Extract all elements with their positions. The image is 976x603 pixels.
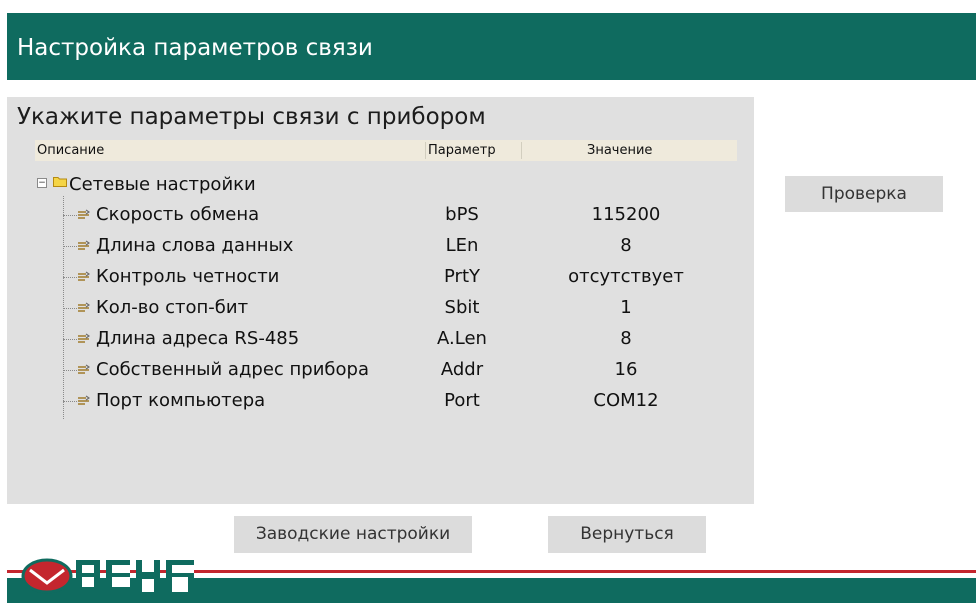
- connection-settings-panel: Укажите параметры связи с прибором Описа…: [7, 97, 754, 504]
- parameter-icon: [78, 333, 90, 343]
- row-description: Длина адреса RS-485: [96, 328, 300, 349]
- row-parameter: Port: [444, 390, 480, 411]
- parameter-icon: [78, 271, 90, 281]
- tree-row-word-length[interactable]: Длина слова данных LEn 8: [7, 232, 754, 262]
- row-value[interactable]: 115200: [551, 204, 701, 225]
- factory-settings-button[interactable]: Заводские настройки: [234, 516, 472, 553]
- row-description: Длина слова данных: [96, 235, 294, 256]
- row-parameter: Addr: [440, 359, 484, 380]
- tree-row-computer-port[interactable]: Порт компьютера Port COM12: [7, 387, 754, 417]
- folder-icon: [53, 177, 67, 187]
- panel-title: Укажите параметры связи с прибором: [17, 104, 486, 130]
- tree-row-address-length[interactable]: Длина адреса RS-485 A.Len 8: [7, 325, 754, 355]
- parameter-icon: [78, 209, 90, 219]
- table-header: Описание Параметр Значение: [35, 140, 737, 161]
- tree-row-stop-bits[interactable]: Кол-во стоп-бит Sbit 1: [7, 294, 754, 324]
- row-parameter: A.Len: [437, 328, 487, 349]
- tree-branch-line: [63, 277, 77, 278]
- parameter-icon: [78, 395, 90, 405]
- tree-branch-line: [63, 308, 77, 309]
- column-header-description[interactable]: Описание: [37, 143, 104, 158]
- row-parameter: LEn: [445, 235, 479, 256]
- tree-row-parity[interactable]: Контроль четности PrtY отсутствует: [7, 263, 754, 293]
- back-button[interactable]: Вернуться: [548, 516, 706, 553]
- tree-branch-line: [63, 370, 77, 371]
- collapse-icon[interactable]: −: [37, 178, 47, 188]
- header-bar: Настройка параметров связи: [7, 13, 976, 80]
- column-header-parameter[interactable]: Параметр: [428, 143, 496, 158]
- parameter-icon: [78, 364, 90, 374]
- parameter-icon: [78, 240, 90, 250]
- row-value[interactable]: отсутствует: [551, 266, 701, 287]
- row-description: Порт компьютера: [96, 390, 266, 411]
- row-description: Собственный адрес прибора: [96, 359, 369, 380]
- row-description: Скорость обмена: [96, 204, 260, 225]
- row-value[interactable]: 8: [551, 328, 701, 349]
- tree-row-device-address[interactable]: Собственный адрес прибора Addr 16: [7, 356, 754, 386]
- row-description: Кол-во стоп-бит: [96, 297, 249, 318]
- row-value[interactable]: COM12: [551, 390, 701, 411]
- company-logo: [8, 558, 198, 603]
- tree-branch-line: [63, 401, 77, 402]
- parameter-icon: [78, 302, 90, 312]
- page-title: Настройка параметров связи: [17, 35, 373, 61]
- row-value[interactable]: 8: [551, 235, 701, 256]
- tree-branch-line: [63, 339, 77, 340]
- row-parameter: PrtY: [444, 266, 480, 287]
- row-value[interactable]: 16: [551, 359, 701, 380]
- row-description: Контроль четности: [96, 266, 280, 287]
- tree-row-speed[interactable]: Скорость обмена bPS 115200: [7, 201, 754, 231]
- row-parameter: bPS: [445, 204, 479, 225]
- tree-branch-line: [63, 215, 77, 216]
- check-button[interactable]: Проверка: [785, 176, 943, 212]
- tree-group-label: Сетевые настройки: [69, 174, 256, 195]
- column-divider[interactable]: [425, 142, 426, 159]
- tree-branch-line: [63, 246, 77, 247]
- column-divider[interactable]: [521, 142, 522, 159]
- row-value[interactable]: 1: [551, 297, 701, 318]
- row-parameter: Sbit: [444, 297, 480, 318]
- column-header-value[interactable]: Значение: [587, 143, 652, 158]
